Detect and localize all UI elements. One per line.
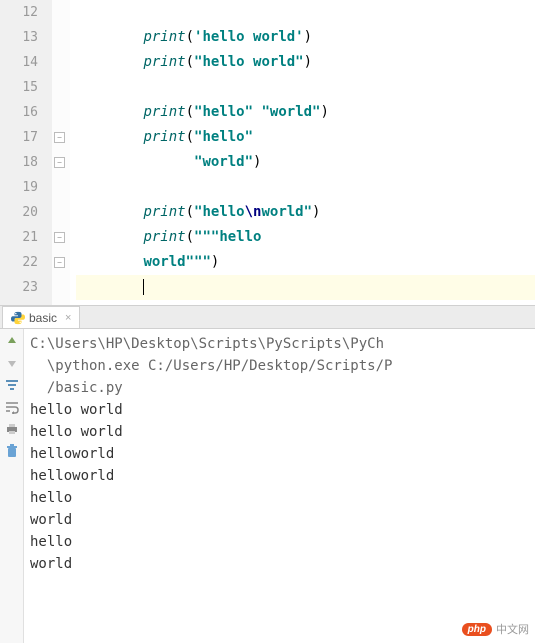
code-line[interactable]: print('hello world'): [76, 25, 535, 50]
line-number: 19: [0, 175, 38, 200]
console-output-line: hello: [30, 531, 529, 553]
code-line[interactable]: print("hello\nworld"): [76, 200, 535, 225]
line-number: 12: [0, 0, 38, 25]
wrap-icon[interactable]: [4, 399, 20, 415]
fold-marker-icon[interactable]: −: [54, 232, 65, 243]
line-number: 13: [0, 25, 38, 50]
console-toolbar: [0, 329, 24, 643]
line-number: 16: [0, 100, 38, 125]
line-number: 22: [0, 250, 38, 275]
close-icon[interactable]: ×: [65, 312, 71, 324]
code-line[interactable]: [76, 0, 535, 25]
console-path-line: \python.exe C:/Users/HP/Desktop/Scripts/…: [30, 355, 529, 377]
console-output-line: world: [30, 553, 529, 575]
console-pane: C:\Users\HP\Desktop\Scripts\PyScripts\Py…: [0, 329, 535, 643]
code-line[interactable]: print("hello" "world"): [76, 100, 535, 125]
trash-icon[interactable]: [4, 443, 20, 459]
console-tab-bar: basic ×: [0, 305, 535, 329]
line-number: 18: [0, 150, 38, 175]
line-number: 17: [0, 125, 38, 150]
console-output-line: helloworld: [30, 443, 529, 465]
console-output-line: world: [30, 509, 529, 531]
code-line[interactable]: world"""): [76, 250, 535, 275]
code-line[interactable]: "world"): [76, 150, 535, 175]
console-output-line: hello world: [30, 421, 529, 443]
watermark-badge: php: [462, 623, 492, 636]
console-output-line: hello: [30, 487, 529, 509]
code-line[interactable]: print("hello world"): [76, 50, 535, 75]
tab-basic[interactable]: basic ×: [2, 306, 80, 328]
fold-marker-icon[interactable]: −: [54, 157, 65, 168]
watermark: php 中文网: [462, 621, 529, 637]
line-number: 14: [0, 50, 38, 75]
python-file-icon: [11, 311, 25, 325]
code-area[interactable]: print('hello world') print("hello world"…: [70, 0, 535, 305]
code-line[interactable]: print("hello": [76, 125, 535, 150]
fold-marker-icon[interactable]: −: [54, 132, 65, 143]
console-path-line: /basic.py: [30, 377, 529, 399]
code-line[interactable]: [76, 175, 535, 200]
console-output-line: helloworld: [30, 465, 529, 487]
print-icon[interactable]: [4, 421, 20, 437]
console-output-line: hello world: [30, 399, 529, 421]
fold-marker-icon[interactable]: −: [54, 257, 65, 268]
filter-icon[interactable]: [4, 377, 20, 393]
code-line[interactable]: [76, 75, 535, 100]
fold-column: − − − −: [52, 0, 70, 305]
console-path-line: C:\Users\HP\Desktop\Scripts\PyScripts\Py…: [30, 333, 529, 355]
code-line[interactable]: [76, 275, 535, 300]
line-number-gutter: 121314151617181920212223: [0, 0, 52, 305]
line-number: 23: [0, 275, 38, 300]
editor-pane: 121314151617181920212223 − − − − print('hel…: [0, 0, 535, 305]
console-output[interactable]: C:\Users\HP\Desktop\Scripts\PyScripts\Py…: [24, 329, 535, 643]
tab-label: basic: [29, 311, 57, 325]
line-number: 21: [0, 225, 38, 250]
line-number: 15: [0, 75, 38, 100]
code-line[interactable]: print("""hello: [76, 225, 535, 250]
arrow-down-icon[interactable]: [4, 355, 20, 371]
watermark-text: 中文网: [496, 621, 529, 637]
arrow-up-icon[interactable]: [4, 333, 20, 349]
line-number: 20: [0, 200, 38, 225]
